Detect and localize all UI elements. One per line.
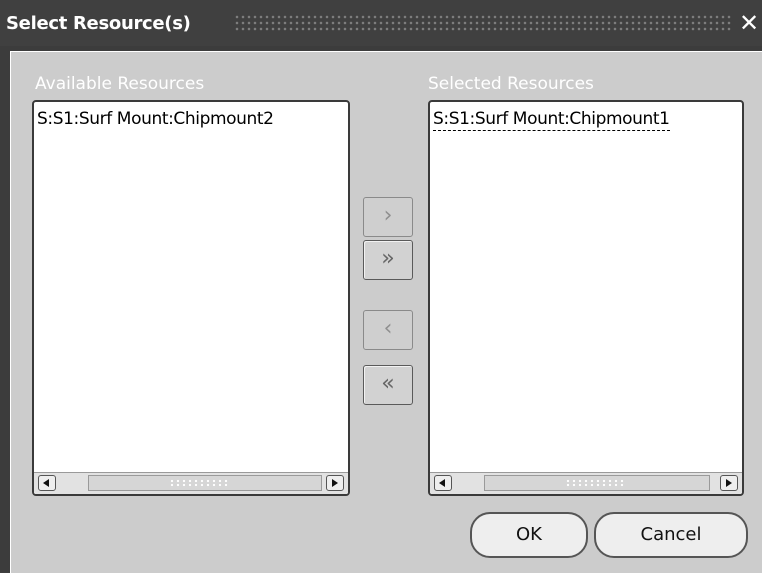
- ok-button[interactable]: OK: [470, 512, 588, 558]
- scroll-left-icon[interactable]: [434, 475, 452, 491]
- list-item[interactable]: S:S1:Surf Mount:Chipmount1: [433, 109, 670, 131]
- remove-button[interactable]: ‹: [363, 310, 413, 350]
- horizontal-scrollbar[interactable]: [34, 472, 348, 494]
- move-all-button[interactable]: »: [363, 240, 413, 280]
- scroll-right-icon[interactable]: [720, 475, 738, 491]
- thumb-grip: [565, 479, 625, 488]
- title-bar[interactable]: Select Resource(s) ✕: [0, 0, 762, 46]
- cancel-button[interactable]: Cancel: [594, 512, 748, 558]
- scrollbar-thumb[interactable]: [88, 475, 322, 491]
- selected-resources-list[interactable]: S:S1:Surf Mount:Chipmount1: [428, 100, 744, 496]
- title-bar-grip: [234, 14, 732, 32]
- dialog-title: Select Resource(s): [6, 13, 191, 34]
- horizontal-scrollbar[interactable]: [430, 472, 742, 494]
- available-resources-list[interactable]: S:S1:Surf Mount:Chipmount2: [32, 100, 350, 496]
- scroll-right-icon[interactable]: [326, 475, 344, 491]
- move-button[interactable]: ›: [363, 197, 413, 237]
- close-icon[interactable]: ✕: [738, 10, 760, 36]
- available-resources-label: Available Resources: [35, 74, 205, 94]
- dialog-window: Select Resource(s) ✕ Available Resources…: [0, 0, 762, 573]
- list-item[interactable]: S:S1:Surf Mount:Chipmount2: [37, 109, 274, 129]
- scroll-left-icon[interactable]: [38, 475, 56, 491]
- selected-resources-label: Selected Resources: [428, 74, 594, 94]
- thumb-grip: [169, 479, 229, 488]
- remove-all-button[interactable]: «: [363, 365, 413, 405]
- scrollbar-thumb[interactable]: [484, 475, 710, 491]
